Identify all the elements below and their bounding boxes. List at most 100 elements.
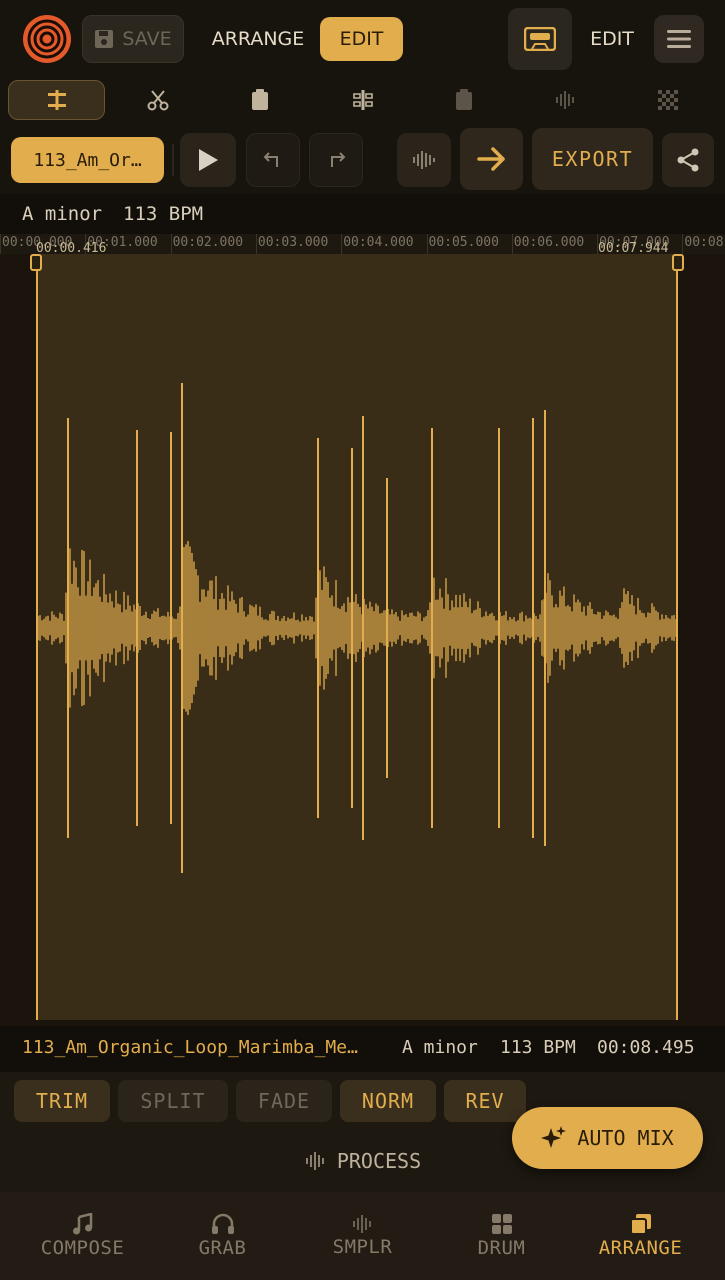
fade-label: FADE [257,1089,311,1113]
rev-label: REV [465,1089,505,1113]
play-button[interactable] [180,133,236,187]
share-button[interactable] [662,133,714,187]
align-tool-button[interactable] [8,80,105,120]
grid-icon [491,1214,512,1234]
edit-right-label: EDIT [590,28,634,50]
cut-tool-button[interactable] [136,80,180,120]
ruler-tick-label: 00:04.000 [343,235,414,250]
footer-key: A minor [402,1037,478,1058]
grid-icon [658,90,678,110]
ruler-tick-label: 00:06.000 [513,235,585,250]
split-button[interactable]: SPLIT [118,1080,228,1122]
waveform-icon [556,91,574,109]
trim-label: TRIM [35,1089,89,1113]
normalize-button[interactable]: NORM [340,1080,436,1122]
arrow-right-icon [476,147,505,171]
ruler-tick-label: 00:02.000 [172,235,244,250]
bottom-nav: COMPOSE GRAB SMPLR DRUM ARRANGE [0,1192,725,1280]
trim-button[interactable]: TRIM [14,1080,110,1122]
play-icon [199,149,218,171]
align-icon [47,90,66,110]
ruler-tick-mark [682,234,684,254]
menu-button[interactable] [654,15,704,63]
ruler-tick-mark [426,234,428,254]
process-label: PROCESS [336,1149,422,1173]
auto-mix-label: AUTO MIX [577,1126,674,1150]
ruler-tick-mark [0,234,1,254]
waveform-tool-button[interactable] [544,80,588,120]
nav-grab[interactable]: GRAB [150,1192,295,1280]
forward-button[interactable] [460,128,523,190]
divider [172,144,174,176]
nav-smplr[interactable]: SMPLR [290,1192,435,1280]
ruler-tick-label: 00:03.000 [257,235,329,250]
scissors-icon [147,90,169,111]
clipboard-icon [252,89,268,110]
clip-info-row: A minor 113 BPM [0,194,725,234]
export-label: EXPORT [551,147,634,171]
split-icon [353,90,373,110]
waveform-icon [413,151,435,169]
nav-drum-label: DRUM [477,1237,526,1259]
paste-tool-button[interactable] [442,80,486,120]
grid-tool-button[interactable] [646,80,690,120]
vortex-logo-icon[interactable] [22,14,72,64]
top-bar: SAVE ARRANGE EDIT EDIT [0,0,725,78]
waveform-view-button[interactable] [397,133,451,187]
fade-button[interactable]: FADE [236,1080,332,1122]
export-button[interactable]: EXPORT [532,128,653,190]
process-button[interactable]: PROCESS [298,1144,428,1178]
tab-arrange[interactable]: ARRANGE [208,15,308,63]
edit-toolbar: TRIM SPLIT FADE NORM REV PROCESS AUTO MI… [0,1072,725,1192]
footer-file-name: 113_Am_Organic_Loop_Marimba_Me… [22,1037,358,1058]
norm-label: NORM [361,1089,415,1113]
redo-icon [331,152,346,167]
cassette-button[interactable] [508,8,572,70]
clip-footer-info: 113_Am_Organic_Loop_Marimba_Me… A minor … [0,1026,725,1072]
redo-button[interactable] [309,133,363,187]
tab-edit-label: EDIT [339,28,384,50]
nav-grab-label: GRAB [198,1237,247,1259]
ruler-tick-mark [341,234,343,254]
nav-drum[interactable]: DRUM [429,1192,574,1280]
layers-icon [629,1214,651,1235]
bpm-label: 113 BPM [123,203,204,225]
reverse-button[interactable]: REV [444,1080,526,1122]
auto-mix-button[interactable]: AUTO MIX [512,1107,703,1169]
save-button[interactable]: SAVE [82,15,184,63]
edit-mode-label[interactable]: EDIT [580,15,644,63]
save-label: SAVE [122,28,172,50]
footer-bpm: 113 BPM [500,1037,576,1058]
tool-row [0,78,725,124]
headphones-icon [211,1213,234,1234]
ruler-tick-mark [170,234,172,254]
nav-compose[interactable]: COMPOSE [10,1192,155,1280]
nav-arrange[interactable]: ARRANGE [568,1192,713,1280]
waveform-icon [352,1215,371,1233]
nav-arrange-label: ARRANGE [598,1237,683,1259]
waveform [37,383,677,873]
tab-arrange-label: ARRANGE [211,28,305,50]
waveform-icon [305,1152,324,1170]
ruler-tick-mark [255,234,257,254]
ruler-tick-label: 00:08 [684,235,724,250]
tab-edit[interactable]: EDIT [320,17,403,61]
undo-icon [263,152,278,167]
key-label: A minor [22,203,103,225]
clipboard-icon [456,89,472,110]
copy-tool-button[interactable] [238,80,282,120]
ruler-tick-mark [511,234,513,254]
split-tool-button[interactable] [341,80,385,120]
file-selector[interactable]: 113_Am_Or… [11,137,164,183]
split-label: SPLIT [140,1089,206,1113]
floppy-icon [95,30,114,48]
ruler-tick-label: 00:05.000 [428,235,499,250]
nav-compose-label: COMPOSE [40,1237,125,1259]
footer-duration: 00:08.495 [597,1037,695,1058]
music-note-icon [72,1213,92,1235]
cassette-icon [524,27,556,51]
hamburger-icon [667,30,691,48]
nav-smplr-label: SMPLR [332,1236,393,1258]
undo-button[interactable] [246,133,300,187]
sparkle-icon [541,1126,567,1148]
